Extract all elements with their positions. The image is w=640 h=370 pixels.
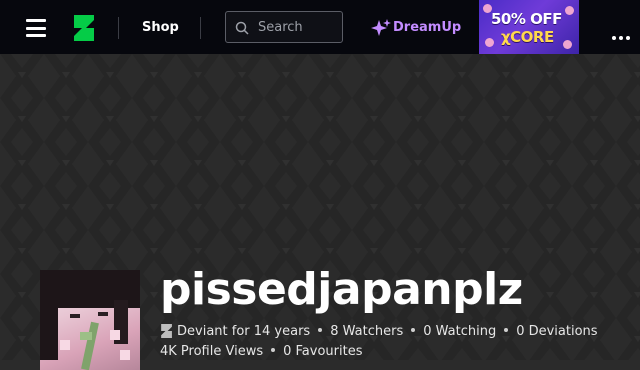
search-placeholder: Search [258, 20, 303, 35]
deviant-since: Deviant for 14 years [177, 324, 311, 339]
watchers-count[interactable]: 8 Watchers [330, 324, 403, 339]
profile-stats-row-2: 4K Profile Views 0 Favourites [160, 344, 362, 359]
profile-views-count: 4K Profile Views [160, 344, 264, 359]
promo-core-text: χCORE [501, 28, 554, 46]
petal-decoration [485, 38, 494, 47]
shop-link[interactable]: Shop [142, 20, 179, 35]
profile-username: pissedjapanplz [160, 264, 523, 315]
avatar[interactable] [40, 270, 140, 370]
profile-stats-row-1: Deviant for 14 years 8 Watchers 0 Watching… [160, 324, 598, 339]
watching-count[interactable]: 0 Watching [423, 324, 496, 339]
petal-decoration [563, 40, 572, 49]
deviations-count[interactable]: 0 Deviations [516, 324, 597, 339]
deviantart-logo-icon [161, 324, 172, 338]
petal-decoration [565, 6, 574, 15]
nav-divider [200, 17, 201, 39]
search-input[interactable]: Search [225, 11, 343, 43]
nav-divider [118, 17, 119, 39]
dreamup-label: DreamUp [393, 20, 462, 35]
sparkle-icon [371, 19, 391, 36]
core-promo-banner[interactable]: 50% OFF χCORE [479, 0, 579, 54]
favourites-count[interactable]: 0 Favourites [283, 344, 362, 359]
more-options-icon[interactable] [612, 25, 633, 44]
top-navigation-bar: Shop Search DreamUp 50% OFF χCORE [0, 0, 640, 54]
search-icon [235, 21, 249, 35]
deviantart-logo-icon[interactable] [72, 15, 94, 41]
promo-discount-text: 50% OFF [491, 10, 562, 28]
hamburger-menu-icon[interactable] [26, 19, 46, 37]
